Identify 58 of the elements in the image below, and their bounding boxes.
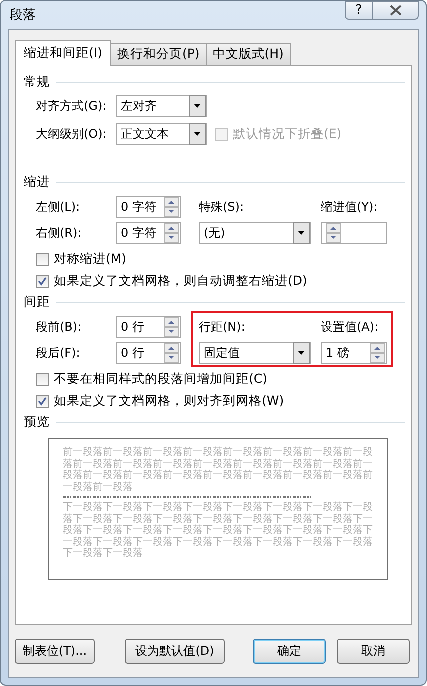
spin-field[interactable]: 0 字符 (116, 222, 181, 244)
spin-field[interactable]: 0 行 (116, 342, 181, 364)
checkbox[interactable] (36, 372, 49, 386)
checkbox-label: 不要在相同样式的段落间增加间距(C) (54, 370, 268, 388)
check-icon (38, 276, 47, 286)
checkbox[interactable] (36, 252, 49, 266)
preview-text: 前一段落前一段落前一段落前一段落前一段落前一段落前一段落前一段落前一段落前一段落前一段落前一段落前一段落前一段落前一段落前一段落前一段落前一段落前一段落前一段落前一段落前一段落前一段落前一段落前一段落 (63, 447, 373, 493)
field-label: 大纲级别(O): (36, 126, 108, 142)
dropdown[interactable]: 正文文本 (116, 123, 207, 145)
tab[interactable]: 换行和分页(P) (110, 43, 207, 65)
dialog-button[interactable]: 设为默认值(D) (125, 638, 225, 664)
field-label: 设置值(A): (321, 318, 380, 336)
dialog-button[interactable]: 制表位(T)... (15, 638, 95, 664)
field-label: 对齐方式(G): (36, 98, 108, 114)
spinner-icon[interactable] (370, 343, 385, 363)
section-heading: 缩进 (24, 174, 50, 190)
checkbox-label: 默认情况下折叠(E) (233, 126, 342, 142)
spin-field[interactable]: 0 行 (116, 316, 181, 338)
caret-icon[interactable] (293, 342, 310, 364)
preview-text: 下一段落下一段落下一段落下一段落下一段落下一段落下一段落下一段落下一段落下一段落下一段落下一段落下一段落下一段落下一段落下一段落下一段落下一段落下一段落下一段落下一段落下一段落下一段落下一段落下一段落下一段落下一段落下一段落下一段落下一段落下一段落下一段落下一段落 (63, 502, 373, 560)
checkbox-label: 对称缩进(M) (54, 250, 127, 268)
checkbox[interactable] (36, 274, 49, 288)
help-button[interactable]: ? (345, 1, 373, 20)
section-heading: 常规 (24, 74, 50, 90)
checkbox-label: 如果定义了文档网格，则对齐到网格(W) (54, 392, 284, 410)
close-icon (390, 5, 402, 16)
check-icon (38, 396, 47, 406)
checkbox-label: 如果定义了文档网格，则自动调整右缩进(D) (54, 272, 308, 290)
tab[interactable]: 缩进和间距(I) (15, 40, 112, 66)
field-label: 段前(B): (36, 318, 83, 336)
section-heading: 预览 (24, 414, 50, 430)
caret-icon[interactable] (189, 123, 206, 145)
dropdown[interactable]: (无) (199, 222, 311, 244)
spinner-icon[interactable] (164, 317, 179, 337)
checkbox[interactable] (36, 394, 49, 408)
field-label: 段后(F): (36, 344, 82, 362)
dropdown[interactable]: 左对齐 (116, 95, 207, 117)
caret-icon[interactable] (189, 95, 206, 117)
section-heading: 间距 (24, 294, 50, 310)
dialog-button[interactable]: 确定 (253, 638, 326, 664)
spinner-icon[interactable] (326, 223, 341, 243)
dialog-button[interactable]: 取消 (337, 638, 410, 664)
spinner-icon[interactable] (164, 223, 179, 243)
spinner-icon[interactable] (164, 197, 179, 217)
window-title: 段落 (9, 7, 36, 24)
field-label: 右侧(R): (36, 224, 83, 242)
field-label: 缩进值(Y): (321, 198, 379, 216)
spin-field[interactable]: 1 磅 (321, 342, 387, 364)
caret-icon[interactable] (293, 222, 310, 244)
field-label: 左侧(L): (36, 198, 82, 216)
spinner-icon[interactable] (164, 343, 179, 363)
spin-field[interactable] (321, 222, 387, 244)
spin-field[interactable]: 0 字符 (116, 196, 181, 218)
field-label: 行距(N): (199, 318, 246, 336)
field-label: 特殊(S): (199, 198, 246, 216)
close-button[interactable] (373, 1, 419, 20)
dropdown[interactable]: 固定值 (199, 342, 311, 364)
tab[interactable]: 中文版式(H) (206, 43, 291, 65)
